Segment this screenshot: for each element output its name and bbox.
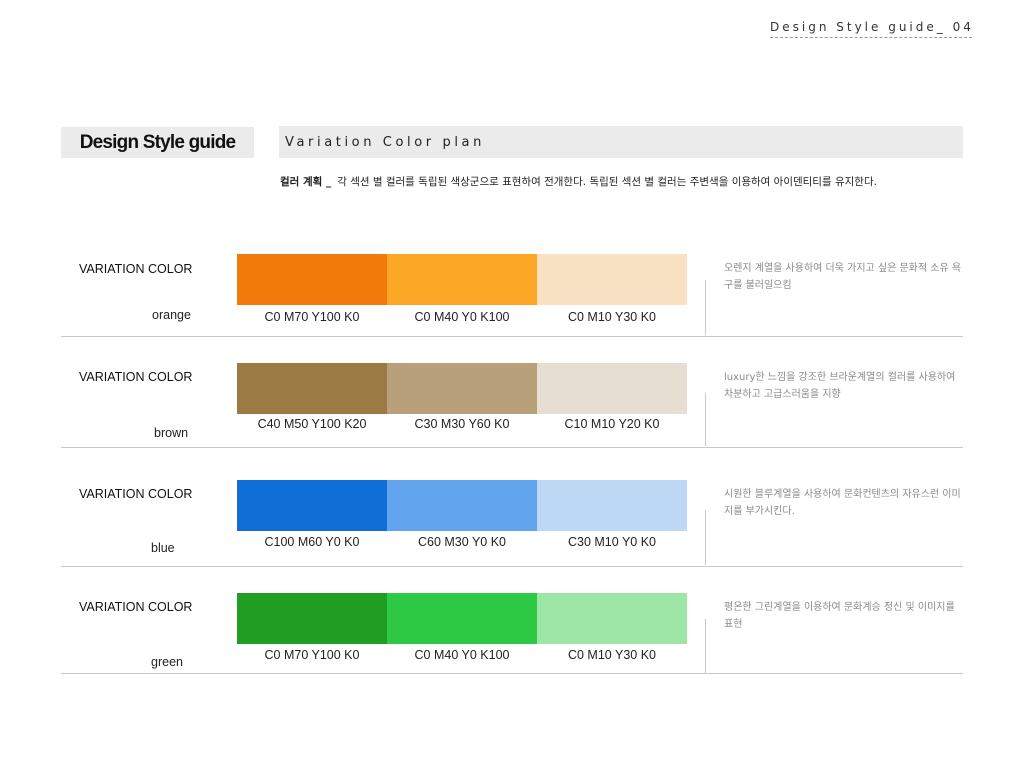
- section-color-name: blue: [151, 541, 175, 555]
- color-section-green: VARIATION COLOR green C0 M70 Y100 K0 C0 …: [61, 567, 963, 674]
- color-code: C40 M50 Y100 K20: [257, 417, 367, 431]
- color-section-blue: VARIATION COLOR blue C100 M60 Y0 K0 C60 …: [61, 448, 963, 567]
- color-code: C30 M10 Y0 K0: [567, 535, 657, 549]
- color-swatch: [237, 363, 387, 414]
- color-swatch: [537, 480, 687, 531]
- color-swatch: [237, 480, 387, 531]
- color-swatch: [387, 480, 537, 531]
- color-plan-note: 컬러 계획 _ 각 섹션 별 컬러를 독립된 색상군으로 표현하여 전개한다. 독…: [280, 174, 877, 189]
- divider: [705, 510, 706, 565]
- color-code: C30 M30 Y60 K0: [414, 417, 510, 431]
- color-swatch: [537, 593, 687, 644]
- color-swatch: [537, 254, 687, 305]
- page-header: Design Style guide_ 04: [770, 20, 972, 38]
- divider: [705, 393, 706, 446]
- color-swatch: [387, 254, 537, 305]
- section-description: 오렌지 계열을 사용하여 더욱 가지고 싶은 문화적 소유 욕구를 불러일으킴: [724, 263, 962, 291]
- color-plan-label: 컬러 계획 _: [280, 176, 332, 188]
- section-label: VARIATION COLOR: [79, 487, 193, 501]
- color-swatch: [537, 363, 687, 414]
- color-section-orange: VARIATION COLOR orange C0 M70 Y100 K0 C0…: [61, 236, 963, 337]
- color-code: C10 M10 Y20 K0: [564, 417, 660, 431]
- section-color-name: orange: [152, 308, 191, 322]
- color-code: C0 M10 Y30 K0: [567, 648, 657, 662]
- subtitle-box: Variation Color plan: [279, 126, 963, 158]
- section-label: VARIATION COLOR: [79, 262, 193, 276]
- section-description: 시원한 블루계열을 사용하여 문화컨텐츠의 자유스런 이미지를 부가시킨다.: [724, 489, 961, 517]
- section-color-name: green: [151, 655, 183, 669]
- divider: [705, 280, 706, 335]
- color-code: C100 M60 Y0 K0: [264, 535, 360, 549]
- color-swatch: [387, 593, 537, 644]
- color-plan-text: 각 섹션 별 컬러를 독립된 색상군으로 표현하여 전개한다. 독립된 섹션 별…: [337, 176, 877, 188]
- section-label: VARIATION COLOR: [79, 370, 193, 384]
- title-box: Design Style guide: [61, 127, 254, 158]
- divider: [705, 619, 706, 673]
- color-code: C0 M70 Y100 K0: [264, 648, 360, 662]
- color-code: C0 M70 Y100 K0: [264, 310, 360, 324]
- section-color-name: brown: [154, 426, 189, 440]
- page-title: Design Style guide: [79, 131, 236, 153]
- color-code: C0 M40 Y0 K100: [414, 310, 510, 324]
- section-label: VARIATION COLOR: [79, 600, 193, 614]
- color-swatch: [237, 593, 387, 644]
- section-description: 평온한 그린계열을 이용하여 문화계승 정신 및 이미지를 표현: [724, 602, 955, 630]
- color-swatch: [237, 254, 387, 305]
- color-code: C0 M40 Y0 K100: [414, 648, 510, 662]
- color-section-brown: VARIATION COLOR brown C40 M50 Y100 K20 C…: [61, 337, 963, 448]
- color-code: C0 M10 Y30 K0: [567, 310, 657, 324]
- section-description: luxury한 느낌을 강조한 브라운계열의 컬러를 사용하여 차분하고 고급스…: [724, 372, 956, 400]
- color-swatch: [387, 363, 537, 414]
- color-code: C60 M30 Y0 K0: [417, 535, 507, 549]
- page-subtitle: Variation Color plan: [285, 134, 485, 150]
